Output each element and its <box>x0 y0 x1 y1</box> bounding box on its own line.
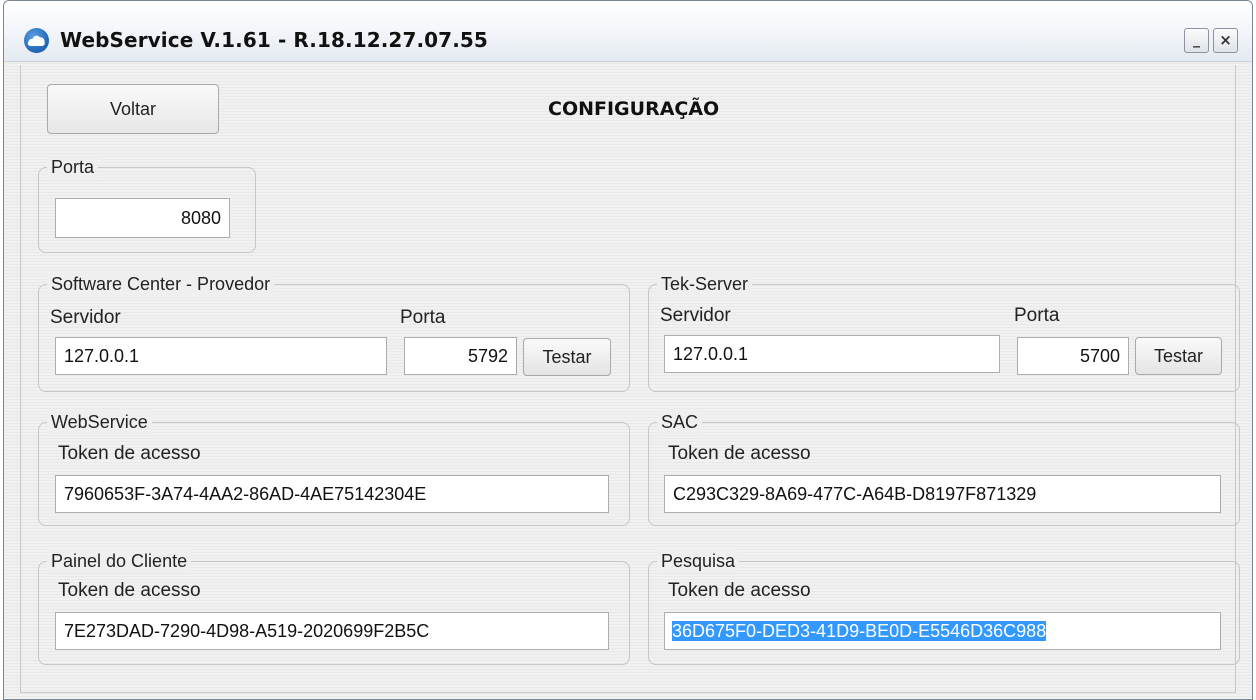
title-bar[interactable]: WebService V.1.61 - R.18.12.27.07.55 _ × <box>4 1 1252 62</box>
webservice-token-input[interactable]: 7960653F-3A74-4AA2-86AD-4AE75142304E <box>55 475 609 513</box>
tek-server-server-input[interactable]: 127.0.0.1 <box>664 335 1000 373</box>
page-title: CONFIGURAÇÃO <box>548 98 720 120</box>
sac-token-input[interactable]: C293C329-8A69-477C-A64B-D8197F871329 <box>664 475 1221 513</box>
software-center-server-input[interactable]: 127.0.0.1 <box>55 337 387 375</box>
software-center-port-input[interactable]: 5792 <box>404 337 517 375</box>
back-button[interactable]: Voltar <box>47 84 219 134</box>
tek-server-port-label: Porta <box>1014 305 1060 326</box>
tek-server-legend: Tek-Server <box>657 272 753 296</box>
porta-legend: Porta <box>47 155 99 179</box>
tek-server-test-button[interactable]: Testar <box>1135 337 1222 375</box>
pesquisa-legend: Pesquisa <box>657 549 740 573</box>
pesquisa-token-label: Token de acesso <box>668 580 811 601</box>
sac-legend: SAC <box>657 410 703 434</box>
pesquisa-token-selected-text: 36D675F0-DED3-41D9-BE0D-E5546D36C988 <box>672 621 1047 641</box>
cloud-app-icon <box>24 28 49 53</box>
software-center-legend: Software Center - Provedor <box>47 272 275 296</box>
software-center-port-label: Porta <box>400 307 446 328</box>
software-center-test-button[interactable]: Testar <box>523 338 611 376</box>
window-title: WebService V.1.61 - R.18.12.27.07.55 <box>60 28 488 52</box>
painel-token-label: Token de acesso <box>58 580 201 601</box>
painel-legend: Painel do Cliente <box>47 549 192 573</box>
close-button[interactable]: × <box>1213 28 1238 53</box>
webservice-legend: WebService <box>47 410 152 434</box>
painel-token-input[interactable]: 7E273DAD-7290-4D98-A519-2020699F2B5C <box>55 612 609 650</box>
webservice-token-label: Token de acesso <box>58 443 201 464</box>
sac-token-label: Token de acesso <box>668 443 811 464</box>
porta-input[interactable]: 8080 <box>55 198 230 238</box>
tek-server-port-input[interactable]: 5700 <box>1017 337 1129 375</box>
tek-server-server-label: Servidor <box>660 305 731 326</box>
software-center-server-label: Servidor <box>50 307 121 328</box>
pesquisa-token-input[interactable]: 36D675F0-DED3-41D9-BE0D-E5546D36C988 <box>664 612 1221 650</box>
minimize-button[interactable]: _ <box>1184 28 1209 53</box>
